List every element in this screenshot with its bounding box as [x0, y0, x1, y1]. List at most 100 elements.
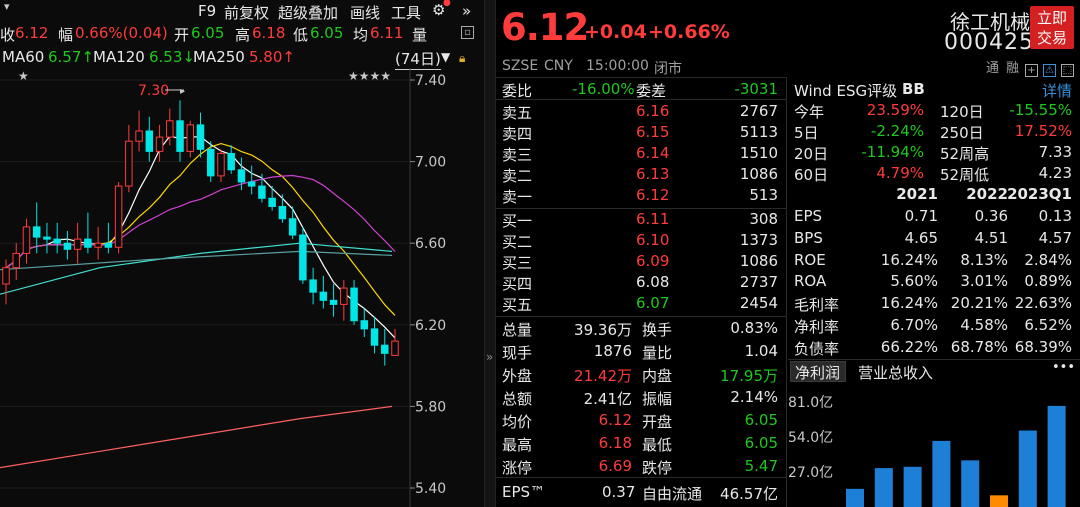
bid-row: 买一 6.11 308 — [496, 209, 786, 230]
y-tick-label: 7.40 — [415, 73, 446, 89]
chevron-down-icon[interactable]: ▾ — [4, 0, 10, 13]
fin-year: 2022 — [966, 185, 1008, 203]
stat-value: 6.12 — [598, 411, 632, 429]
fin-value: 2.84% — [1024, 250, 1072, 269]
bid-price: 6.09 — [636, 252, 670, 270]
share-icon[interactable]: ⬚ — [1061, 58, 1074, 77]
alert-icon[interactable]: ⚠ — [1043, 58, 1056, 77]
low-label: 低 — [293, 26, 309, 44]
perf-row: 60日 4.79% 52周低 4.23 — [792, 163, 1078, 184]
flag-rong: 融 — [1006, 61, 1020, 76]
draw-button[interactable]: 画线 — [350, 2, 380, 23]
expand-icon[interactable]: » — [462, 2, 471, 20]
high-value: 6.18 — [252, 24, 286, 42]
price-change: +0.04 — [584, 21, 647, 43]
candle-body — [196, 124, 205, 150]
profit-bar — [874, 468, 893, 507]
ask-volume: 1510 — [739, 144, 778, 162]
perf-row: 今年 23.59% 120日 -15.55% — [792, 100, 1078, 121]
float-value: 46.57亿 — [720, 485, 778, 503]
collapse-handle[interactable]: » — [484, 0, 496, 507]
kline-toolbar: ▾ F9 前复权 超级叠加 画线 工具 ⚙ ● » — [0, 0, 484, 24]
kline-chart[interactable]: 7.40 7.00 6.60 6.20 5.80 5.40 ★ ★★★★ 7.30 ▸ — [0, 68, 484, 507]
volume-label: 量 — [412, 26, 428, 44]
esg-rating: BB — [902, 80, 925, 98]
trade-button[interactable]: 立即交易 — [1030, 6, 1074, 49]
fin-label: 毛利率 — [794, 296, 840, 315]
ask-row: 卖一 6.12 513 — [496, 185, 786, 206]
fin-value: 3.01% — [960, 272, 1008, 291]
candle-body — [299, 234, 307, 281]
change-label: 幅 — [58, 26, 74, 44]
fin-value: 16.24% — [880, 294, 938, 313]
candle-body — [12, 252, 20, 269]
more-icon[interactable]: ••• — [1052, 360, 1075, 375]
time-label: 15:00:00 — [586, 58, 649, 74]
profit-bar — [1047, 405, 1066, 507]
fin-value: 22.63% — [1014, 294, 1072, 313]
fin-value: 8.13% — [960, 250, 1008, 269]
notification-dot-icon: ● — [443, 0, 451, 8]
candle-body — [217, 152, 225, 177]
bid-price: 6.08 — [636, 273, 670, 291]
stat-label-2: 最低 — [642, 436, 673, 454]
profit-bar — [990, 495, 1008, 507]
fin-value: 5.60% — [890, 272, 938, 291]
candle-body — [350, 287, 358, 322]
candle-body — [145, 130, 154, 152]
perf-value: 4.79% — [876, 164, 924, 182]
f9-button[interactable]: F9 — [198, 2, 216, 20]
stat-label: 外盘 — [502, 367, 533, 385]
candle-body — [309, 279, 317, 293]
perf-label-2: 52周高 — [940, 145, 990, 163]
ma120-value: 6.53↓ — [149, 48, 195, 66]
fin-value: 0.36 — [974, 207, 1008, 225]
bid-price: 6.11 — [636, 210, 670, 228]
ask-label: 卖二 — [502, 167, 533, 185]
exchange-label: SZSE — [502, 58, 539, 74]
fin-value: 66.22% — [880, 337, 938, 356]
perf-value-2: -15.55% — [1009, 101, 1072, 119]
caret-down-icon[interactable]: ▼ — [441, 50, 450, 64]
bid-label: 买四 — [502, 275, 533, 293]
star-marker-right: ★★★★ — [348, 69, 391, 83]
bid-volume: 2737 — [739, 273, 778, 291]
ask-row: 卖二 6.13 1086 — [496, 164, 786, 185]
window-icon[interactable]: ▫ — [461, 26, 474, 39]
overlay-button[interactable]: 超级叠加 — [278, 2, 338, 23]
fin-label: ROE — [794, 250, 826, 269]
ma250-line — [0, 405, 393, 469]
open-label: 开 — [174, 26, 190, 44]
fin-value: 16.24% — [880, 250, 938, 269]
esg-label: Wind ESG评级 — [794, 82, 898, 100]
profit-chart: 81.0亿 54.0亿 27.0亿 — [788, 395, 1066, 507]
fin-value: 6.70% — [890, 316, 938, 334]
candle-body — [73, 238, 82, 250]
bid-label: 买一 — [502, 212, 533, 230]
candle-body — [166, 120, 174, 138]
bid-volume: 1086 — [739, 252, 778, 270]
add-icon[interactable]: + — [1025, 58, 1038, 77]
restore-button[interactable]: 前复权 — [224, 2, 269, 23]
stat-value-2: 5.47 — [744, 457, 778, 475]
tab-revenue[interactable]: 营业总收入 — [858, 362, 933, 383]
stat-row: 均价 6.12 开盘 6.05 — [496, 410, 786, 431]
y-tick-label: 5.40 — [415, 481, 446, 497]
esg-detail-link[interactable]: 详情 — [1042, 80, 1072, 101]
stat-label: 涨停 — [502, 459, 533, 477]
avg-label: 均 — [353, 26, 369, 44]
tools-button[interactable]: 工具 — [391, 2, 421, 23]
fin-label: BPS — [794, 228, 823, 247]
ma250-value: 5.80↑ — [249, 48, 295, 66]
bid-volume: 308 — [749, 210, 778, 228]
change-value: 0.66%(0.04) — [75, 24, 168, 42]
weicha-value: -3031 — [734, 80, 778, 98]
lock-icon[interactable]: 🔒︎ — [459, 51, 465, 66]
tab-net-profit[interactable]: 净利润 — [795, 362, 840, 383]
chevron-right-icon[interactable]: » — [486, 350, 493, 364]
stat-value-2: 6.05 — [744, 411, 778, 429]
candle-body — [114, 185, 123, 248]
stat-value-2: 6.05 — [744, 434, 778, 452]
candle-body — [278, 205, 287, 220]
period-selector[interactable]: (74日) — [395, 48, 441, 70]
